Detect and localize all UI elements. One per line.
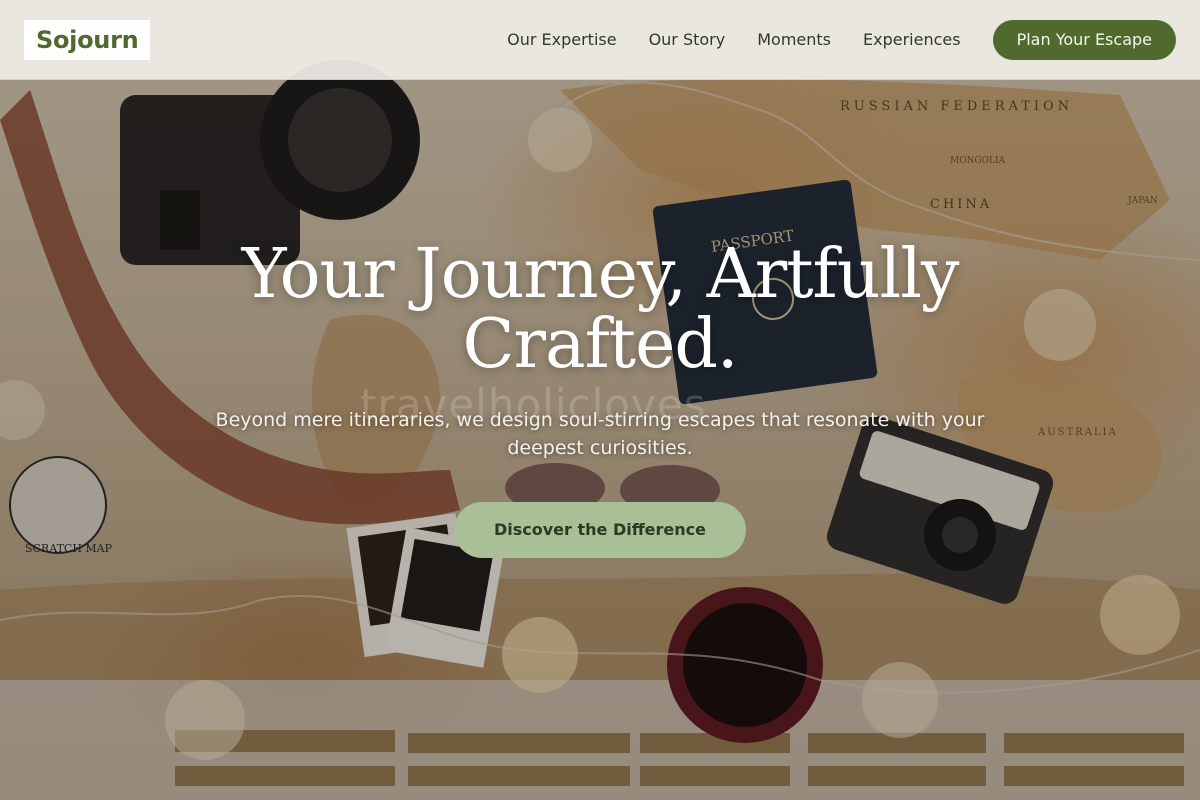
plan-your-escape-button[interactable]: Plan Your Escape	[992, 19, 1176, 60]
brand-logo[interactable]: Sojourn	[24, 19, 151, 60]
nav-link-moments[interactable]: Moments	[757, 30, 831, 49]
site-header: Sojourn Our Expertise Our Story Moments …	[0, 0, 1200, 80]
hero-title: Your Journey, Artfully Crafted.	[241, 235, 960, 384]
hero-subtitle: Beyond mere itineraries, we design soul-…	[215, 409, 985, 459]
nav-link-experiences[interactable]: Experiences	[863, 30, 961, 49]
hero-content: Your Journey, Artfully Crafted. Beyond m…	[0, 240, 1200, 558]
nav-link-our-story[interactable]: Our Story	[649, 30, 726, 49]
discover-the-difference-button[interactable]: Discover the Difference	[453, 502, 746, 558]
main-nav: Our Expertise Our Story Moments Experien…	[507, 19, 1176, 60]
nav-link-our-expertise[interactable]: Our Expertise	[507, 30, 616, 49]
